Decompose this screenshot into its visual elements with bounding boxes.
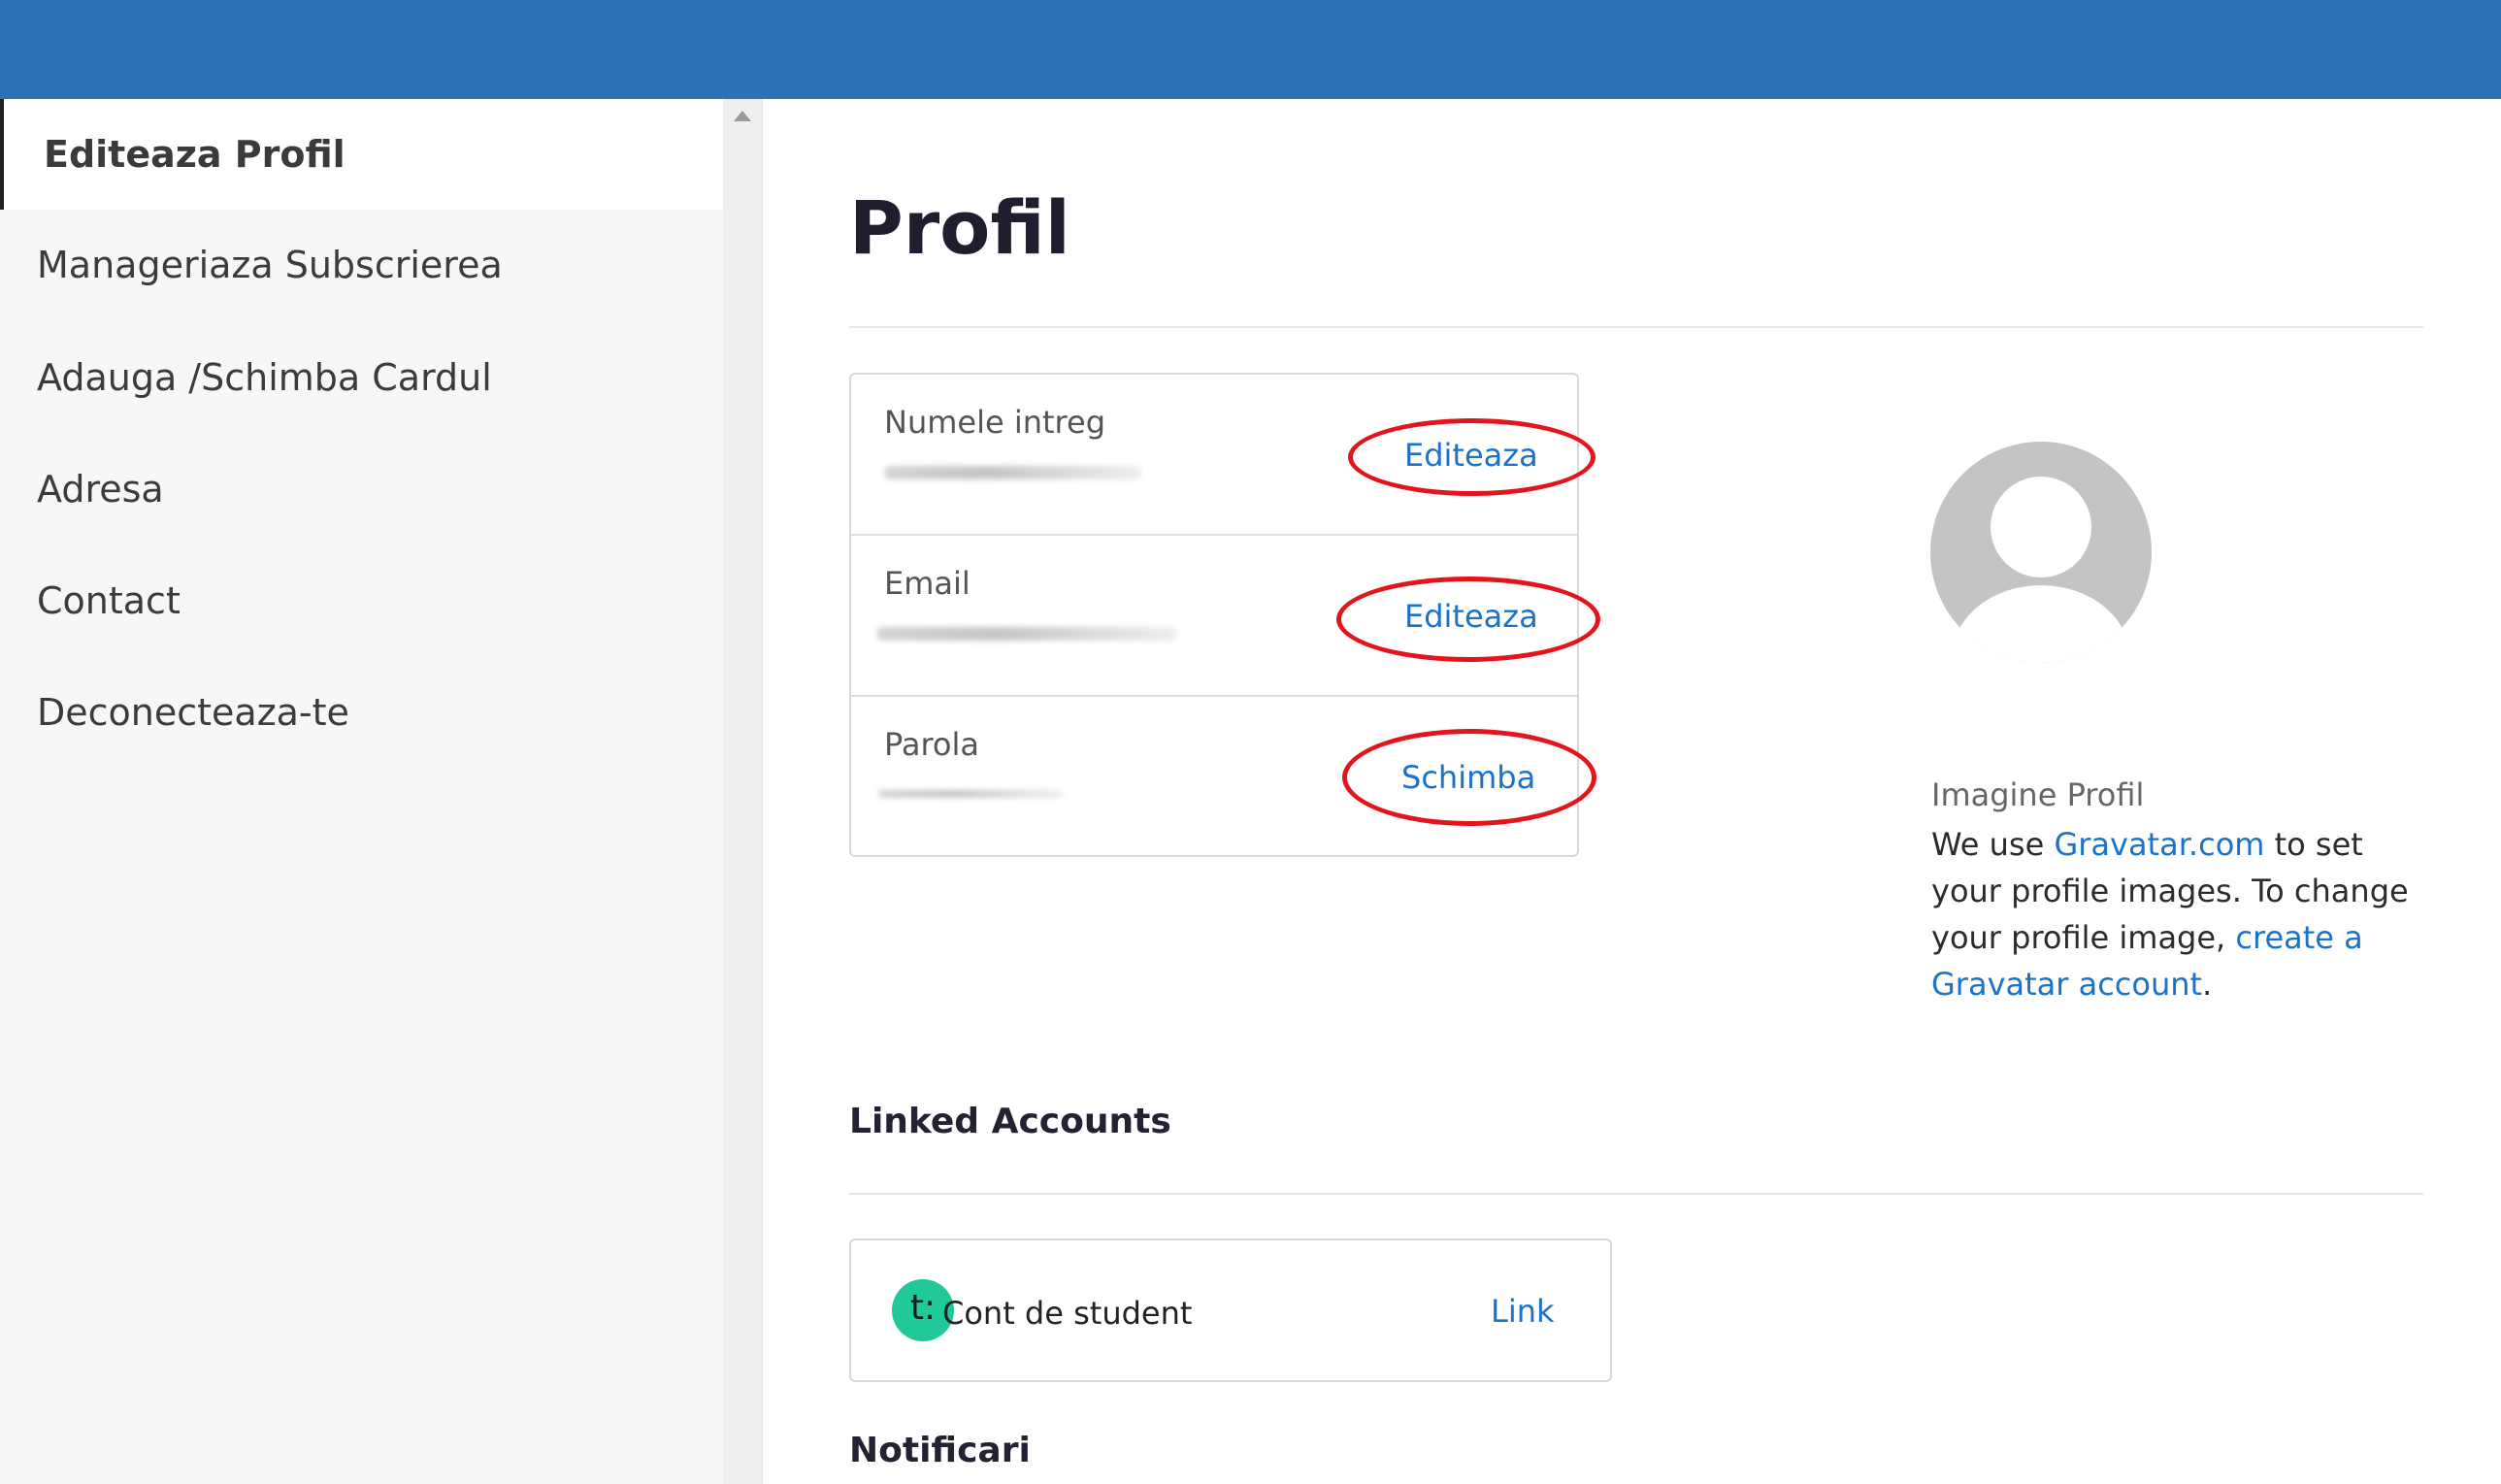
edit-name-button[interactable]: Editeaza xyxy=(1404,437,1538,474)
page-title: Profil xyxy=(849,184,1070,271)
link-account-button[interactable]: Link xyxy=(1491,1293,1555,1330)
sidebar-item-contact[interactable]: Contact xyxy=(0,545,723,656)
gravatar-link[interactable]: Gravatar.com xyxy=(2054,826,2264,863)
title-divider xyxy=(849,326,2423,328)
profile-text-part: . xyxy=(2202,966,2213,1003)
field-row-password: Parola Schimba xyxy=(851,697,1596,856)
field-row-full-name: Numele intreg Editeaza xyxy=(851,375,1596,534)
sidebar-item-card[interactable]: Adauga /Schimba Cardul xyxy=(0,322,723,433)
avatar-body xyxy=(1952,585,2130,663)
sidebar-item-edit-profile[interactable]: Editeaza Profil xyxy=(0,99,723,210)
top-header-bar xyxy=(0,0,2501,99)
avatar-head xyxy=(1991,477,2091,577)
email-label: Email xyxy=(884,565,971,602)
profile-avatar-icon xyxy=(1930,442,2152,663)
sidebar-item-address[interactable]: Adresa xyxy=(0,434,723,544)
sidebar-item-logout[interactable]: Deconecteaza-te xyxy=(0,657,723,768)
sidebar-scrollbar[interactable] xyxy=(723,99,763,1484)
profile-text-part: We use xyxy=(1931,826,2055,863)
change-password-button[interactable]: Schimba xyxy=(1401,759,1535,796)
sidebar: Editeaza Profil Manageriaza Subscrierea … xyxy=(0,99,723,1484)
field-row-email: Email Editeaza xyxy=(851,536,1600,695)
sidebar-item-manage-subscription[interactable]: Manageriaza Subscrierea xyxy=(0,210,723,320)
linked-accounts-divider xyxy=(849,1193,2423,1195)
linked-accounts-title: Linked Accounts xyxy=(849,1102,1171,1141)
full-name-label: Numele intreg xyxy=(884,404,1105,441)
password-value-blurred xyxy=(878,790,1063,798)
profile-fields-card: Numele intreg Editeaza Email Editeaza Pa… xyxy=(849,373,1600,857)
full-name-value-blurred xyxy=(884,466,1141,479)
scroll-up-arrow-icon[interactable] xyxy=(734,111,751,121)
student-account-name: Cont de student xyxy=(942,1295,1193,1332)
email-value-blurred xyxy=(876,627,1177,641)
notifications-title: Notificari xyxy=(849,1431,1031,1470)
linked-account-card: t: Cont de student Link xyxy=(849,1238,1612,1382)
profile-image-label: Imagine Profil xyxy=(1931,776,2145,813)
profile-image-description: We use Gravatar.com to set your profile … xyxy=(1931,821,2426,1007)
password-label: Parola xyxy=(884,726,979,763)
edit-email-button[interactable]: Editeaza xyxy=(1404,598,1538,635)
